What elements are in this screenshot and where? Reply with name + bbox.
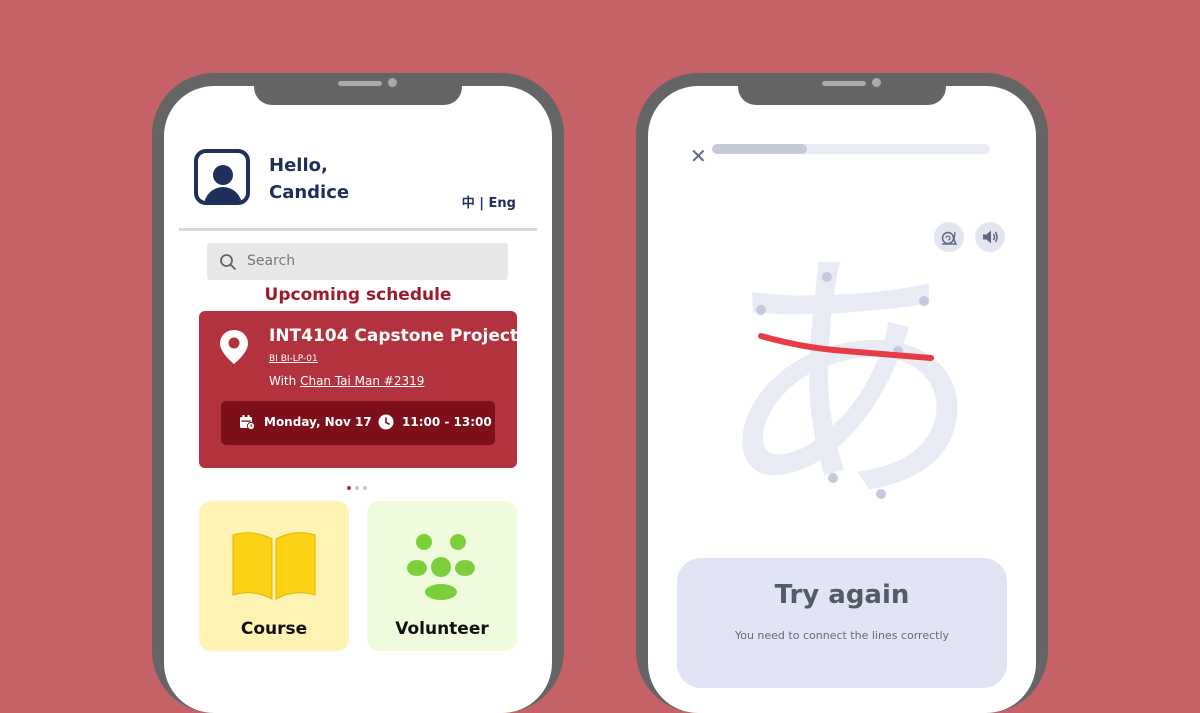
lang-zh[interactable]: 中 — [462, 196, 475, 211]
carousel-dots[interactable] — [347, 475, 371, 494]
phone-home: Hello, Candice 中 | Eng Search Upcoming s… — [152, 73, 564, 713]
datetime-bar: Monday, Nov 17 11:00 - 13:00 — [221, 401, 495, 445]
avatar[interactable] — [194, 149, 250, 205]
lang-separator: | — [479, 196, 485, 211]
phone-practice: ✕ あ Try again You need to connect the li… — [636, 73, 1048, 713]
stroke-point — [919, 296, 929, 306]
kana-tracing-canvas[interactable]: あ — [708, 241, 988, 531]
upcoming-schedule-title: Upcoming schedule — [264, 285, 452, 305]
carousel-dot[interactable] — [363, 486, 367, 490]
volunteer-tile[interactable]: Volunteer — [367, 501, 517, 651]
with-prefix: With — [269, 374, 297, 388]
carousel-dot[interactable] — [347, 486, 351, 490]
search-placeholder: Search — [247, 253, 296, 269]
phone-notch — [738, 73, 946, 105]
phone-notch — [254, 73, 462, 105]
schedule-date: Monday, Nov 17 — [264, 415, 372, 429]
header-divider — [179, 228, 537, 231]
language-switch[interactable]: 中 | Eng — [462, 192, 516, 211]
volunteer-tile-label: Volunteer — [395, 619, 489, 639]
group-icon — [407, 534, 475, 600]
location-pin-icon — [220, 330, 248, 364]
schedule-card[interactable]: INT4104 Capstone Project II BI BI-LP-01 … — [199, 311, 537, 468]
search-icon — [220, 254, 236, 270]
instructor-line: With Chan Tai Man #2319 — [269, 374, 424, 388]
greeting-hello: Hello, — [269, 155, 328, 176]
course-title: INT4104 Capstone Project II — [269, 326, 537, 346]
greeting: Hello, Candice — [269, 152, 409, 206]
kana-character: あ — [713, 241, 983, 531]
home-screen: Hello, Candice 中 | Eng Search Upcoming s… — [164, 86, 552, 713]
feedback-message: You need to connect the lines correctly — [734, 629, 950, 642]
stroke-point — [756, 305, 766, 315]
instructor-link[interactable]: Chan Tai Man #2319 — [300, 374, 424, 388]
room-link[interactable]: BI BI-LP-01 — [269, 354, 318, 364]
progress-fill — [712, 144, 807, 154]
carousel-dot[interactable] — [355, 486, 359, 490]
close-icon[interactable]: ✕ — [690, 144, 707, 168]
book-icon — [232, 532, 316, 600]
stroke-point — [828, 473, 838, 483]
feedback-title: Try again — [774, 580, 910, 610]
lang-en[interactable]: Eng — [489, 196, 516, 211]
clock-icon — [378, 414, 394, 430]
feedback-panel: Try again You need to connect the lines … — [677, 558, 1007, 688]
course-tile-label: Course — [240, 619, 308, 639]
lesson-progress-bar — [712, 144, 990, 154]
stroke-point — [822, 272, 832, 282]
schedule-time: 11:00 - 13:00 — [402, 415, 492, 429]
greeting-name: Candice — [269, 182, 350, 203]
search-input[interactable]: Search — [207, 243, 508, 280]
course-tile[interactable]: Course — [199, 501, 349, 651]
practice-screen: ✕ あ Try again You need to connect the li… — [648, 86, 1036, 713]
stroke-point — [876, 489, 886, 499]
calendar-icon — [240, 415, 255, 430]
